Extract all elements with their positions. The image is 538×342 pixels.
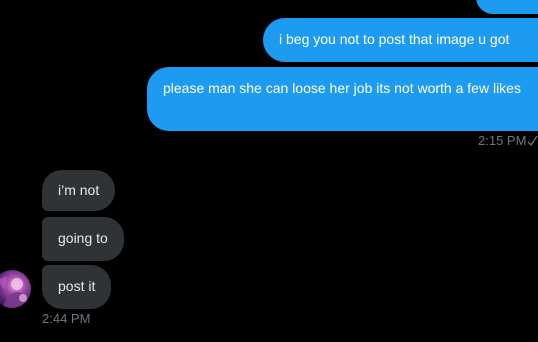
message-text: post it bbox=[58, 278, 96, 294]
avatar[interactable] bbox=[0, 270, 31, 308]
message-timestamp: 2:15 PM bbox=[478, 133, 527, 148]
message-text: please man she can loose her job its not… bbox=[163, 80, 521, 96]
received-message-bubble[interactable]: going to bbox=[42, 217, 124, 261]
received-message-bubble[interactable]: i’m not bbox=[42, 170, 116, 211]
check-icon bbox=[527, 135, 538, 147]
sent-message-bubble[interactable] bbox=[476, 0, 538, 14]
sent-message-bubble[interactable]: i beg you not to post that image u got bbox=[263, 18, 538, 62]
message-timestamp: 2:44 PM bbox=[42, 311, 91, 326]
avatar-image bbox=[0, 276, 29, 308]
message-text: going to bbox=[58, 230, 108, 246]
sent-message-bubble[interactable]: please man she can loose her job its not… bbox=[147, 67, 538, 131]
message-text: i beg you not to post that image u got bbox=[279, 31, 510, 47]
message-text: i’m not bbox=[58, 182, 100, 198]
received-message-bubble[interactable]: post it bbox=[42, 265, 112, 309]
